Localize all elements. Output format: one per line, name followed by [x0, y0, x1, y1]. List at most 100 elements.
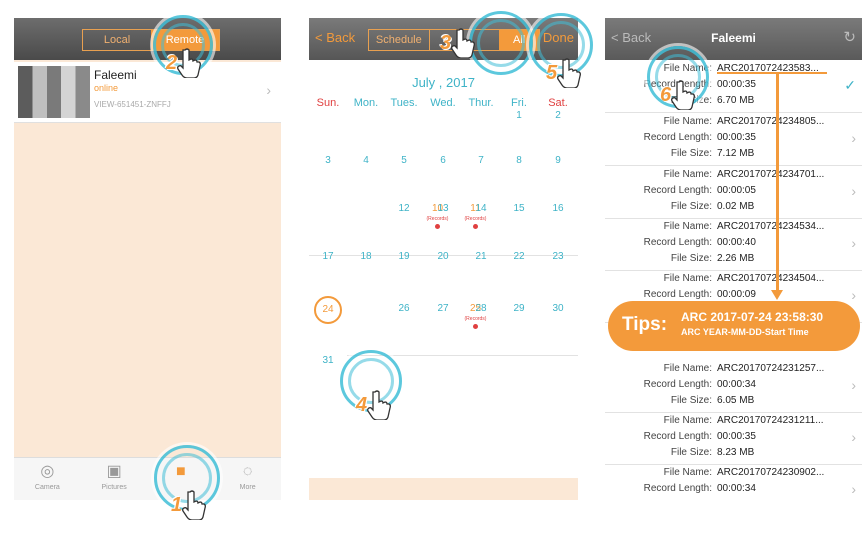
- day-number: 3: [325, 155, 331, 166]
- device-row[interactable]: Faleemi online VIEW-651451-ZNFFJ ›: [14, 62, 281, 123]
- calendar-day-21[interactable]: 21: [462, 251, 500, 262]
- calendar-day-19[interactable]: 19: [385, 251, 423, 262]
- highlight-underline: [717, 72, 827, 74]
- day-number: 14: [475, 203, 487, 214]
- day-number: 31: [322, 355, 334, 366]
- calendar-day-29[interactable]: 29: [500, 303, 538, 314]
- field-label: Record Length:: [643, 289, 712, 300]
- calendar-day-9[interactable]: 9: [539, 155, 577, 166]
- calendar-day-16[interactable]: 16: [539, 203, 577, 214]
- file-name-line: File Name: ARC20170724231211...: [605, 415, 845, 428]
- calendar-day-13[interactable]: 13: [424, 203, 462, 214]
- step-number: 1: [171, 494, 183, 516]
- file-row[interactable]: File Name: ARC20170724234534... Record Len…: [605, 218, 862, 271]
- records-label: (Records): [464, 216, 487, 222]
- day-number: 6: [440, 155, 446, 166]
- pointing-hand-icon: [366, 390, 392, 421]
- back-button[interactable]: < Back: [315, 30, 355, 45]
- calendar-day-26[interactable]: 26: [385, 303, 423, 314]
- calendar-day-14[interactable]: 14: [462, 203, 500, 214]
- calendar-day-12[interactable]: 12: [385, 203, 423, 214]
- nav-bar: < Back Faleemi ↻: [605, 18, 862, 60]
- calendar-day-4[interactable]: 4: [347, 155, 385, 166]
- calendar-day-7[interactable]: 7: [462, 155, 500, 166]
- pointing-hand-icon: [181, 490, 207, 521]
- field-label: Record Length:: [643, 483, 712, 494]
- tab-label: More: [239, 484, 256, 491]
- day-number: 19: [398, 251, 410, 262]
- calendar-day-3[interactable]: 3: [309, 155, 347, 166]
- calendar-day-24[interactable]: 24: [309, 296, 347, 324]
- file-row[interactable]: File Name: ARC2017072423583... Record Leng…: [605, 60, 862, 113]
- calendar-day-17[interactable]: 17: [309, 251, 347, 262]
- more-icon: ◌: [242, 463, 253, 480]
- refresh-icon[interactable]: ↻: [843, 28, 856, 46]
- calendar-footer: [309, 478, 578, 500]
- field-label: File Size:: [670, 253, 712, 264]
- weekday-label: Tues.: [390, 97, 418, 109]
- day-number: 2: [555, 110, 561, 121]
- device-name: Faleemi: [94, 68, 137, 82]
- chevron-right-icon: ›: [851, 130, 856, 146]
- device-id: VIEW-651451-ZNFFJ: [94, 100, 171, 109]
- day-number: 9: [555, 155, 561, 166]
- tab-more[interactable]: ◌ More: [214, 458, 281, 500]
- step-number: 4: [356, 394, 368, 416]
- calendar-day-20[interactable]: 20: [424, 251, 462, 262]
- field-value: 2.26 MB: [717, 253, 755, 264]
- chevron-right-icon: ›: [851, 183, 856, 199]
- tab-pictures[interactable]: ▣ Pictures: [81, 458, 148, 500]
- schedule-tab[interactable]: Schedule: [369, 30, 429, 50]
- local-tab[interactable]: Local: [83, 30, 151, 50]
- calendar-day-5[interactable]: 5: [385, 155, 423, 166]
- file-row[interactable]: File Name: ARC20170724230902... Record Len…: [605, 464, 862, 500]
- day-number: 30: [552, 303, 564, 314]
- field-value: 6.70 MB: [717, 95, 755, 106]
- field-label: File Name:: [663, 273, 712, 284]
- remote-screen: Local Remote Faleemi online VIEW-651451-…: [14, 18, 281, 500]
- field-label: Record Length:: [643, 379, 712, 390]
- calendar-day-22[interactable]: 22: [500, 251, 538, 262]
- weekday-label: Mon.: [353, 97, 379, 109]
- file-row[interactable]: File Name: ARC20170724231257... Record Len…: [605, 360, 862, 413]
- tips-banner: Tips: ARC 2017-07-24 23:58:30 ARC YEAR-M…: [608, 301, 860, 351]
- file-list-screen: < Back Faleemi ↻ File Name: ARC2017072423…: [605, 18, 862, 500]
- calendar-day-31[interactable]: 31: [309, 355, 347, 366]
- calendar-day-8[interactable]: 8: [500, 155, 538, 166]
- calendar-day-30[interactable]: 30: [539, 303, 577, 314]
- file-row[interactable]: File Name: ARC20170724234805... Record Len…: [605, 113, 862, 166]
- calendar-day-6[interactable]: 6: [424, 155, 462, 166]
- tab-camera[interactable]: ◎ Camera: [14, 458, 81, 500]
- step-ring-inner: [477, 19, 525, 67]
- calendar-day-15[interactable]: 15: [500, 203, 538, 214]
- pointing-hand-icon: [556, 58, 582, 89]
- file-length-line: Record Length: 00:00:40: [605, 237, 845, 250]
- file-length-line: Record Length: 00:00:34: [605, 379, 845, 392]
- weekday-label: Thur.: [468, 97, 494, 109]
- field-label: File Name:: [663, 415, 712, 426]
- field-label: File Size:: [670, 447, 712, 458]
- file-name-line: File Name: ARC2017072423583...: [605, 63, 845, 76]
- month-title: July , 2017: [412, 75, 475, 90]
- file-row[interactable]: File Name: ARC20170724231211... Record Len…: [605, 412, 862, 465]
- calendar-day-2[interactable]: 2: [539, 110, 577, 121]
- file-name-line: File Name: ARC20170724234534...: [605, 221, 845, 234]
- calendar-screen: < Back Schedule All Done July , 2017 Sun…: [309, 18, 578, 500]
- calendar-day-1[interactable]: 1: [500, 110, 538, 121]
- chevron-right-icon: ›: [851, 287, 856, 303]
- day-number: 13: [437, 203, 449, 214]
- tips-example: ARC 2017-07-24 23:58:30: [681, 310, 824, 324]
- day-number: 12: [398, 203, 410, 214]
- field-label: File Size:: [670, 395, 712, 406]
- field-value: 00:00:35: [717, 431, 756, 442]
- nav-bar: Local Remote: [14, 18, 281, 60]
- file-row[interactable]: File Name: ARC20170724234701... Record Len…: [605, 166, 862, 219]
- field-value: 00:00:34: [717, 483, 756, 494]
- page-title: Faleemi: [711, 31, 756, 45]
- calendar-day-18[interactable]: 18: [347, 251, 385, 262]
- field-value: 00:00:09: [717, 289, 756, 300]
- calendar-day-27[interactable]: 27: [424, 303, 462, 314]
- calendar-day-23[interactable]: 23: [539, 251, 577, 262]
- field-value: 00:00:34: [717, 379, 756, 390]
- calendar-day-28[interactable]: 28: [462, 303, 500, 314]
